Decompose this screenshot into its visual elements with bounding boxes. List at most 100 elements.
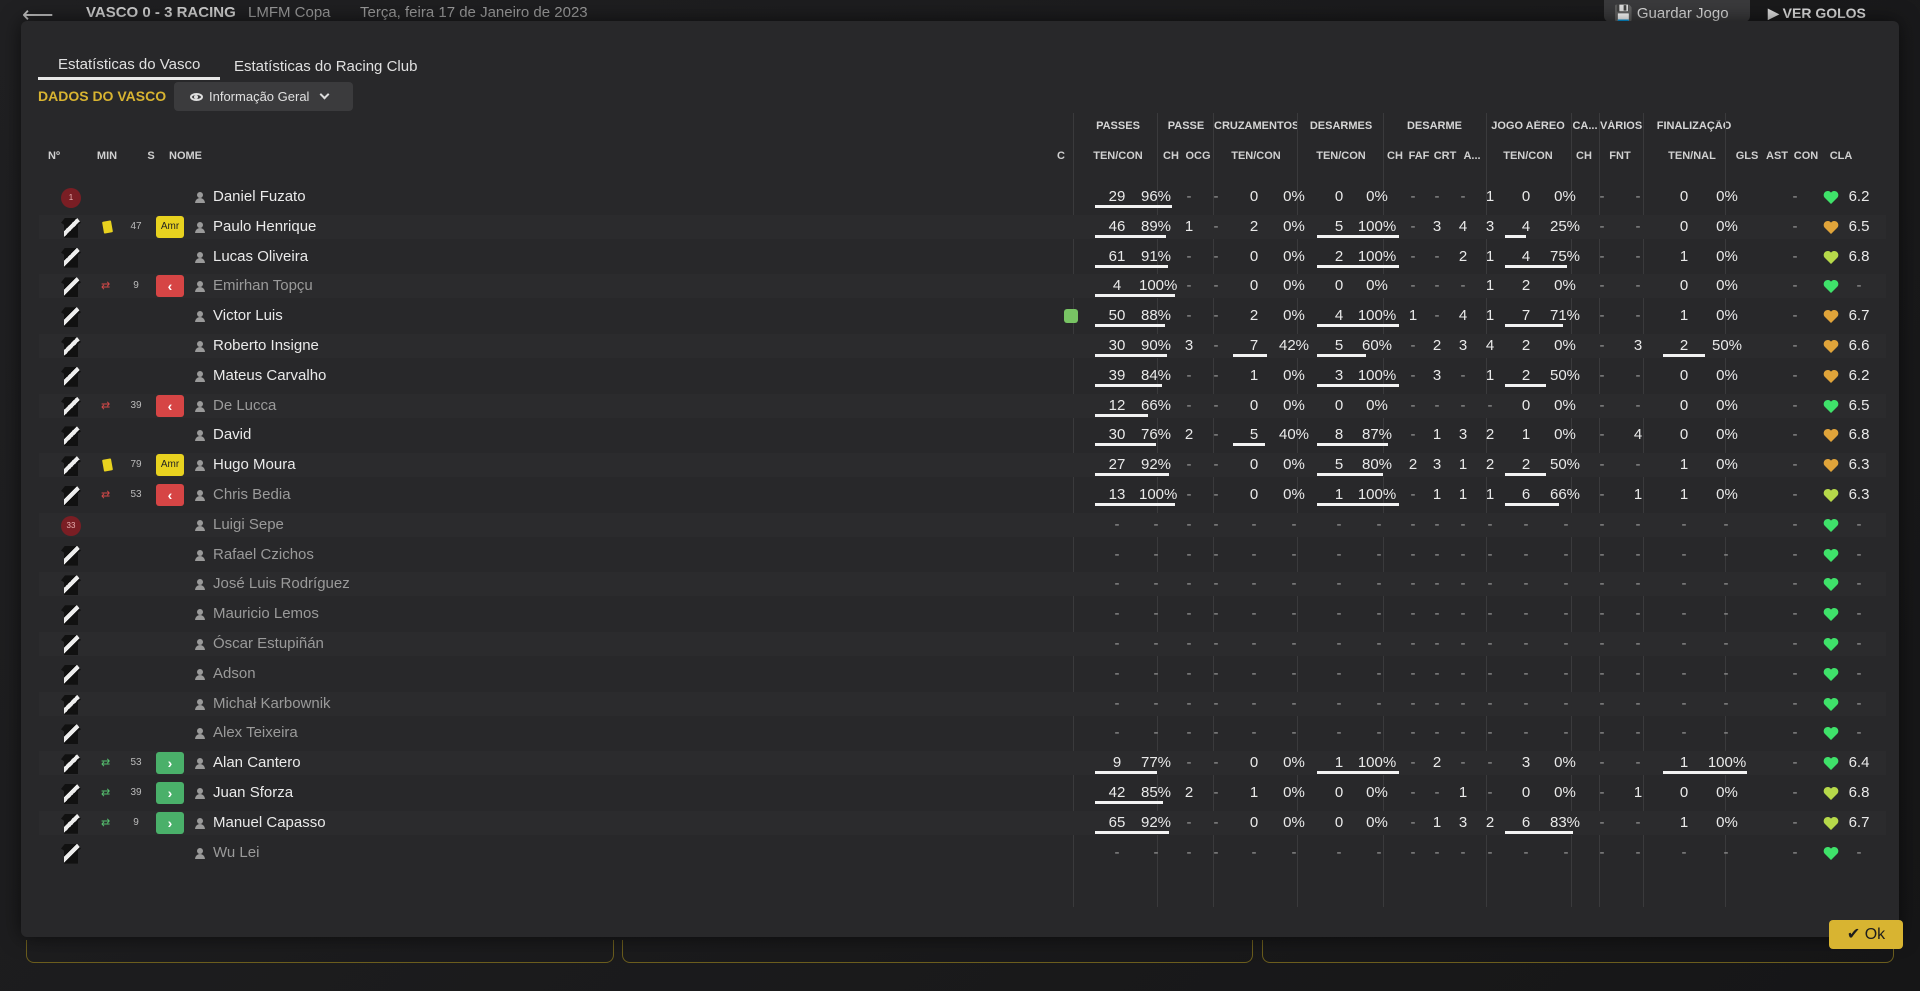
team-shirt-icon [61, 843, 81, 864]
player-profile-icon[interactable] [195, 251, 205, 263]
table-row[interactable]: Rafael Czichos - - - - - - - - - - - - - - - - - - - - [39, 543, 1886, 567]
condition-heart-icon [1823, 726, 1839, 741]
player-name[interactable]: Mateus Carvalho [213, 364, 513, 388]
player-name[interactable]: Wu Lei [213, 841, 513, 865]
table-row[interactable]: Roberto Insigne 30 90% 3-7 42% 5 60% -2 3 4 2 0% -3 2… [39, 334, 1886, 358]
player-profile-icon[interactable] [195, 221, 205, 233]
tackle-a: - [1487, 396, 1493, 414]
empty-stat: - [1410, 545, 1416, 563]
tackle-ch: - [1410, 366, 1416, 384]
player-name[interactable]: Michał Karbownik [213, 692, 513, 716]
passes-bar [1095, 205, 1172, 208]
player-name[interactable]: Manuel Capasso [213, 811, 513, 835]
table-row[interactable]: ⇄ 9 ‹ Emirhan Topçu 4 100% - -0 0% 0 0% - - -1 2 0% - -0 0… [39, 274, 1886, 299]
table-row[interactable]: Adson - - - - - - - - - - - - - - - - - - - - [39, 662, 1886, 686]
player-name[interactable]: David [213, 423, 513, 447]
tab-vasco-stats[interactable]: Estatísticas do Vasco [38, 52, 221, 80]
ok-button[interactable]: ✔ Ok [1829, 920, 1903, 949]
column-header-cla: CLA [1829, 150, 1853, 162]
condition-heart-icon [1823, 399, 1839, 414]
player-profile-icon[interactable] [195, 370, 205, 382]
table-row[interactable]: José Luis Rodríguez - - - - - - - - - - - - - - - - - - - - [39, 572, 1886, 597]
player-profile-icon[interactable] [195, 609, 205, 621]
table-row[interactable]: ⇄ 39 › Juan Sforza 42 85% 2-1 0% 0 0% - -1-0 0% -1 0 0%… [39, 781, 1886, 805]
save-game-button[interactable]: 💾 Guardar Jogo [1604, 0, 1750, 22]
shots-attempted: 0 [1679, 217, 1689, 235]
table-row[interactable]: Lucas Oliveira 61 91% - -0 0% 2 100% - -2 1 4 75% - -1… [39, 245, 1886, 269]
player-name[interactable]: Daniel Fuzato [213, 185, 513, 209]
player-name[interactable]: De Lucca [213, 394, 513, 418]
player-name[interactable]: José Luis Rodríguez [213, 572, 513, 596]
tab-racing-stats[interactable]: Estatísticas do Racing Club [216, 52, 437, 80]
table-row[interactable]: Wu Lei - - - - - - - - - - - - - - - - - - - - [39, 841, 1886, 865]
player-name[interactable]: Juan Sforza [213, 781, 513, 805]
player-name[interactable]: Chris Bedia [213, 483, 513, 507]
view-dropdown[interactable]: Informação Geral [174, 82, 353, 111]
player-profile-icon[interactable] [195, 847, 205, 859]
player-name[interactable]: Lucas Oliveira [213, 245, 513, 269]
player-profile-icon[interactable] [195, 788, 205, 799]
empty-stat: - [1153, 545, 1159, 563]
player-profile-icon[interactable] [195, 698, 205, 710]
player-name[interactable]: Emirhan Topçu [213, 274, 513, 298]
rating: - [1856, 277, 1862, 295]
column-header-con: CON [1793, 150, 1819, 162]
player-profile-icon[interactable] [195, 639, 205, 650]
player-name[interactable]: Paulo Henrique [213, 215, 513, 239]
player-profile-icon[interactable] [195, 668, 205, 680]
player-profile-icon[interactable] [195, 460, 205, 472]
player-profile-icon[interactable] [195, 311, 205, 323]
table-row[interactable]: 79 Amr Hugo Moura 27 92% - -0 0% 5 80% 2 3 1 2 2 50% - -1… [39, 453, 1886, 478]
player-name[interactable]: Luigi Sepe [213, 513, 513, 537]
ca-ch: - [1599, 486, 1605, 503]
player-profile-icon[interactable] [195, 817, 205, 829]
player-profile-icon[interactable] [195, 579, 205, 591]
table-row[interactable]: Victor Luis 50 88% - -2 0% 4 100% 1-4 1 7 71% - -1 0% -… [39, 304, 1886, 328]
table-row[interactable]: Mauricio Lemos - - - - - - - - - - - - - - - - - - - - [39, 602, 1886, 626]
table-row[interactable]: Alex Teixeira - - - - - - - - - - - - - - - - - - - - [39, 721, 1886, 745]
player-profile-icon[interactable] [195, 281, 205, 293]
player-name[interactable]: Roberto Insigne [213, 334, 513, 358]
player-name[interactable]: Hugo Moura [213, 453, 513, 477]
player-name[interactable]: Rafael Czichos [213, 543, 513, 567]
table-row[interactable]: ⇄ 9 › Manuel Capasso 65 92% - -0 0% 0 0% -1 3 2 6 83% - -… [39, 810, 1886, 835]
table-row[interactable]: David 30 76% 2-5 40% 8 87% -1 3 2 1 0% -4 0 0% -6.8 [39, 423, 1886, 447]
table-row[interactable]: 33 Luigi Sepe - - - - - - - - - - - - - - - - - - - - [39, 512, 1886, 537]
table-row[interactable]: ⇄ 53 ‹ Chris Bedia 13 100% - -0 0% 1 100% -1 1 1 6 66% -… [39, 483, 1886, 507]
table-row[interactable]: ⇄ 53 › Alan Cantero 9 77% - -0 0% 1 100% -2- -3 0% - -1… [39, 751, 1886, 776]
player-name[interactable]: Mauricio Lemos [213, 602, 513, 626]
empty-stat: - [1434, 545, 1440, 563]
player-profile-icon[interactable] [195, 192, 205, 203]
player-profile-icon[interactable] [195, 728, 205, 740]
table-row[interactable]: ⇄ 39 ‹ De Lucca 12 66% - -0 0% 0 0% - - - -0 0% - -0 0% -6.… [39, 393, 1886, 418]
player-profile-icon[interactable] [195, 430, 205, 442]
table-row[interactable]: Mateus Carvalho 39 84% - -1 0% 3 100% -3-1 2 50% - -… [39, 364, 1886, 388]
player-name[interactable]: Alex Teixeira [213, 721, 513, 745]
player-profile-icon[interactable] [195, 758, 205, 770]
player-name[interactable]: Alan Cantero [213, 751, 513, 775]
player-profile-icon[interactable] [195, 400, 205, 412]
shots-bar [1663, 771, 1747, 775]
rating: - [1856, 724, 1862, 742]
view-goals-button[interactable]: ▶ VER GOLOS [1752, 0, 1892, 22]
team-shirt-icon [61, 724, 81, 745]
player-profile-icon[interactable] [195, 341, 205, 352]
tackle-faf: - [1434, 307, 1440, 325]
empty-stat: - [1599, 545, 1605, 563]
player-name[interactable]: Adson [213, 662, 513, 686]
player-profile-icon[interactable] [195, 549, 205, 561]
player-name[interactable]: Óscar Estupiñán [213, 632, 513, 656]
table-row[interactable]: Michał Karbownik - - - - - - - - - - - - - - - - - - - - [39, 691, 1886, 716]
table-row[interactable]: Óscar Estupiñán - - - - - - - - - - - - - - - - - - - - [39, 632, 1886, 656]
aerial-bar [1505, 264, 1567, 268]
table-row[interactable]: 1 Daniel Fuzato 29 96% - -0 0% 0 0% - - -1 0 0% - -0 0% -… [39, 185, 1886, 209]
player-profile-icon[interactable] [195, 490, 205, 501]
table-row[interactable]: 47 Amr Paulo Henrique 46 89% 1-2 0% 5 100% -3 4 3 4 2… [39, 214, 1886, 239]
group-header-desarmes: DESARMES [1309, 120, 1373, 132]
player-name[interactable]: Victor Luis [213, 304, 513, 328]
shots-pct: 0% [1716, 426, 1738, 444]
player-profile-icon[interactable] [195, 519, 205, 531]
aerial-pct: 0% [1554, 188, 1576, 205]
group-header-cruzamentos: CRUZAMENTOS [1214, 120, 1298, 132]
empty-stat: - [1376, 724, 1382, 742]
